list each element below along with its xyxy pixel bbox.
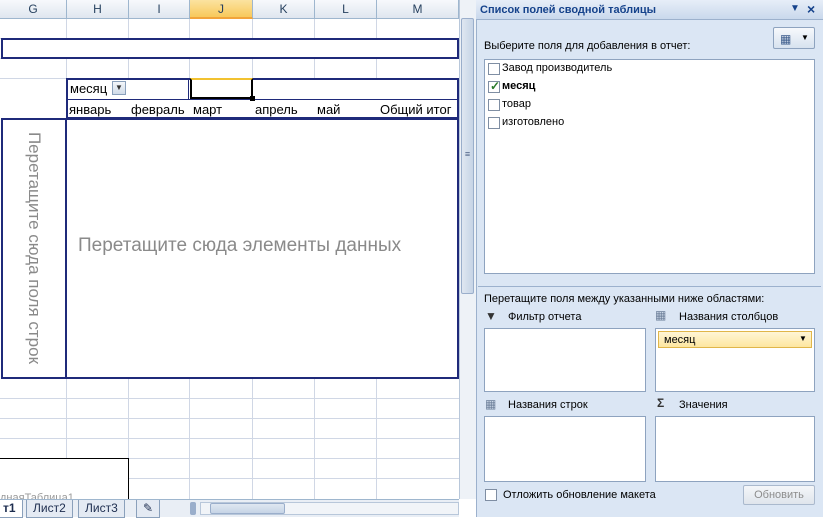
active-cell[interactable] — [190, 78, 253, 99]
filter-icon: ▼ — [485, 309, 497, 323]
pane-title-bar: Список полей сводной таблицы ▼ × — [476, 0, 823, 20]
divider — [67, 99, 458, 100]
field-checkbox[interactable] — [488, 99, 500, 111]
month-header: апрель — [255, 102, 298, 117]
field-label[interactable]: товар — [502, 98, 531, 110]
field-checkbox[interactable] — [488, 63, 500, 75]
column-header-l[interactable]: L — [315, 0, 377, 19]
columns-field-label: месяц — [664, 334, 696, 346]
chevron-down-icon[interactable]: ▼ — [799, 334, 807, 343]
sheet-tab-bar: т1 Лист2 Лист3 ✎ — [0, 499, 459, 518]
values-drop-area[interactable] — [655, 416, 815, 482]
defer-update-checkbox[interactable] — [485, 489, 497, 501]
divider — [188, 79, 189, 99]
grid-line — [0, 398, 459, 399]
month-header: январь — [69, 102, 112, 117]
sheet-tab-2[interactable]: Лист2 — [26, 500, 73, 518]
values-area-title: Значения — [679, 399, 728, 411]
column-field-label: месяц — [70, 81, 108, 96]
columns-field-item[interactable]: месяц ▼ — [658, 331, 812, 348]
chevron-down-icon[interactable]: ▼ — [790, 3, 800, 14]
month-header: февраль — [131, 102, 185, 117]
drag-fields-label: Перетащите поля между указанными ниже об… — [484, 293, 765, 305]
sheet-tab-3[interactable]: Лист3 — [78, 500, 125, 518]
grip-icon: ≡ — [464, 149, 471, 159]
columns-icon: ▦ — [655, 308, 667, 322]
grid-line — [0, 418, 459, 419]
sigma-icon: Σ — [657, 396, 665, 410]
field-layout-icon: ▦ — [780, 32, 792, 46]
update-button[interactable]: Обновить — [743, 485, 815, 505]
horizontal-scrollbar-thumb[interactable] — [210, 503, 285, 514]
worksheet[interactable]: G H I J K L M месяц ▼ январь февраль мар… — [0, 0, 459, 517]
field-list-box[interactable]: Завод производитель ✓ месяц товар изгото… — [484, 59, 815, 274]
month-header: март — [193, 102, 223, 117]
column-header-row: G H I J K L M — [0, 0, 459, 19]
column-header-j[interactable]: J — [190, 0, 253, 19]
chevron-down-icon: ▼ — [801, 33, 809, 42]
close-icon[interactable]: × — [807, 1, 815, 17]
columns-area-title: Названия столбцов — [679, 311, 779, 323]
field-label[interactable]: изготовлено — [502, 116, 564, 128]
filter-drop-area[interactable] — [484, 328, 646, 392]
chevron-down-icon[interactable]: ▼ — [112, 81, 126, 95]
month-header-total: Общий итог — [380, 102, 452, 117]
column-header-h[interactable]: H — [67, 0, 129, 19]
pivot-filter-area[interactable] — [1, 38, 459, 59]
choose-fields-label: Выберите поля для добавления в отчет: — [484, 40, 691, 52]
defer-update-label[interactable]: Отложить обновление макета — [503, 489, 656, 501]
month-header: май — [317, 102, 341, 117]
field-checkbox-checked[interactable]: ✓ — [488, 79, 500, 93]
data-area-hint: Перетащите сюда элементы данных — [78, 235, 402, 256]
new-sheet-icon[interactable]: ✎ — [136, 500, 160, 518]
columns-drop-area[interactable]: месяц ▼ — [655, 328, 815, 392]
layout-options-button[interactable]: ▦ ▼ — [773, 27, 815, 49]
fill-handle[interactable] — [250, 96, 255, 101]
column-header-m[interactable]: M — [377, 0, 459, 19]
pane-title: Список полей сводной таблицы — [480, 4, 657, 16]
pane-splitter[interactable] — [478, 286, 821, 287]
column-header-i[interactable]: I — [129, 0, 190, 19]
rows-drop-area[interactable] — [484, 416, 646, 482]
grid-line — [0, 438, 459, 439]
column-header-g[interactable]: G — [0, 0, 67, 19]
field-label[interactable]: Завод производитель — [502, 62, 612, 74]
field-checkbox[interactable] — [488, 117, 500, 129]
tab-split-handle[interactable] — [190, 502, 196, 515]
row-area-hint: Перетащите сюда поля строк — [25, 131, 44, 365]
sheet-tab-1[interactable]: т1 — [0, 500, 23, 518]
column-header-k[interactable]: K — [253, 0, 315, 19]
rows-area-title: Названия строк — [508, 399, 588, 411]
filter-area-title: Фильтр отчета — [508, 311, 582, 323]
rows-icon: ▦ — [485, 397, 497, 411]
field-label[interactable]: месяц — [502, 80, 535, 92]
